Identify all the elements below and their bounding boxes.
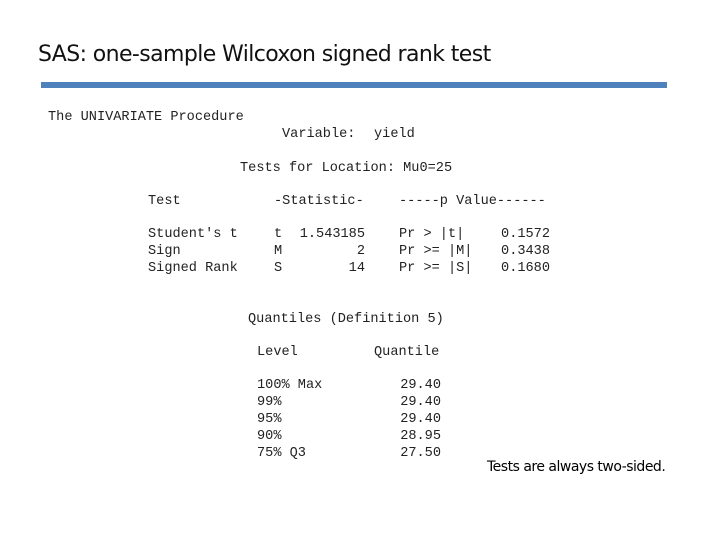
two-sided-note: Tests are always two-sided. xyxy=(487,459,666,475)
quantile-value: 29.40 xyxy=(400,395,441,410)
quantile-value: 29.40 xyxy=(400,412,441,427)
test-name: Student's t xyxy=(148,227,238,242)
procedure-title: The UNIVARIATE Procedure xyxy=(48,110,244,125)
header-pvalue: -----p Value------ xyxy=(399,194,546,209)
title-underline-bar xyxy=(41,82,667,88)
quantile-value: 29.40 xyxy=(400,378,441,393)
stat-value: 2 xyxy=(356,244,365,259)
location-tests-title: Tests for Location: Mu0=25 xyxy=(240,161,453,176)
test-name: Sign xyxy=(148,244,181,259)
quantile-level: 95% xyxy=(257,412,282,427)
stat-value: 14 xyxy=(348,261,365,276)
header-statistic: -Statistic- xyxy=(274,194,364,209)
variable-label: Variable: xyxy=(282,127,356,142)
header-quantile: Quantile xyxy=(374,345,440,360)
quantiles-title: Quantiles (Definition 5) xyxy=(248,312,444,327)
variable-name: yield xyxy=(374,127,415,142)
quantile-level: 75% Q3 xyxy=(257,446,306,461)
quantile-level: 100% Max xyxy=(257,378,323,393)
quantile-value: 28.95 xyxy=(400,429,441,444)
p-value: 0.1572 xyxy=(501,227,550,242)
slide-title: SAS: one-sample Wilcoxon signed rank tes… xyxy=(38,42,491,67)
quantile-level: 99% xyxy=(257,395,282,410)
p-label: Pr >= |M| xyxy=(399,244,473,259)
p-value: 0.1680 xyxy=(501,261,550,276)
header-test: Test xyxy=(148,194,181,209)
quantile-value: 27.50 xyxy=(400,446,441,461)
p-value: 0.3438 xyxy=(501,244,550,259)
p-label: Pr >= |S| xyxy=(399,261,473,276)
stat-symbol: M xyxy=(274,244,283,259)
quantile-level: 90% xyxy=(257,429,282,444)
stat-value: 1.543185 xyxy=(299,227,365,242)
header-level: Level xyxy=(257,345,298,360)
p-label: Pr > |t| xyxy=(399,227,465,242)
test-name: Signed Rank xyxy=(148,261,238,276)
stat-symbol: t xyxy=(274,227,283,242)
stat-symbol: S xyxy=(274,261,283,276)
